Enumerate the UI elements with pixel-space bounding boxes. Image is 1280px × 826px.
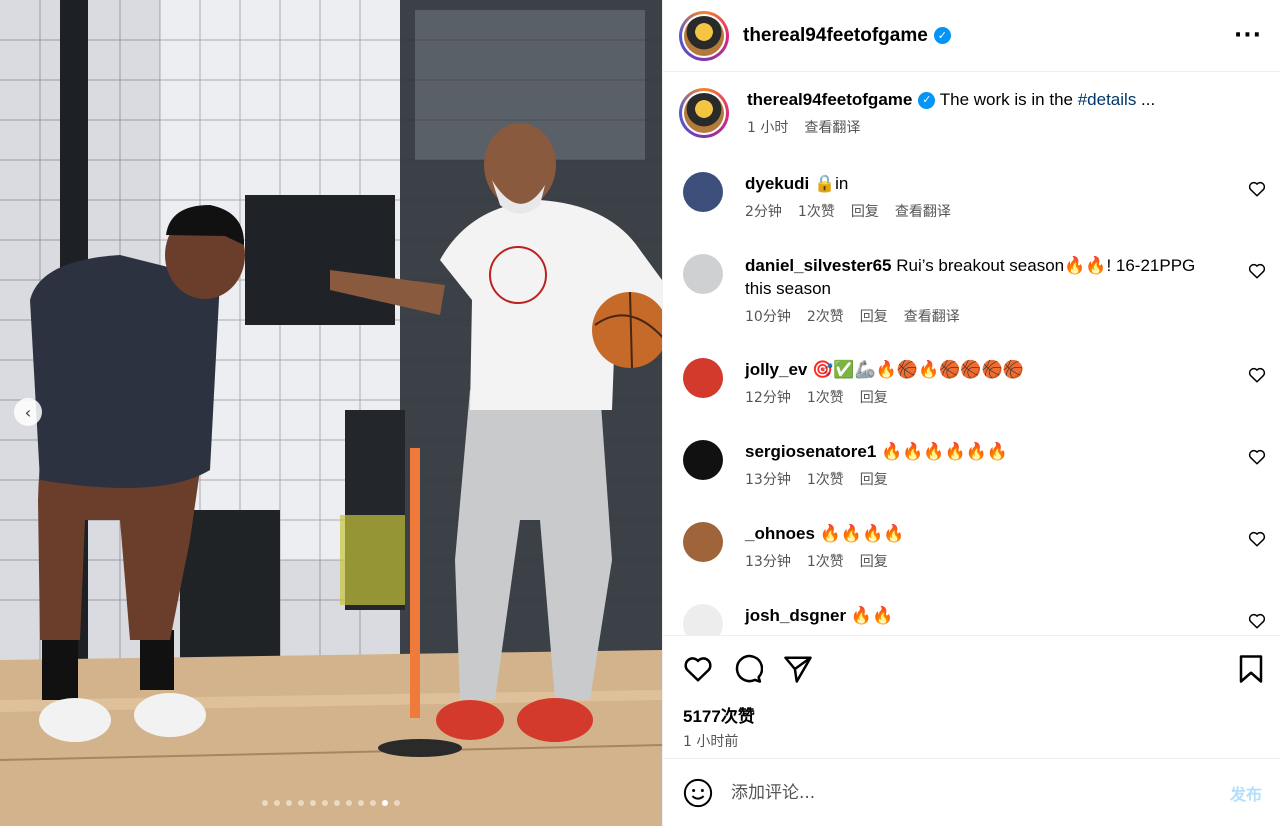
carousel-dot <box>286 800 292 806</box>
verified-badge-icon: ✓ <box>918 92 936 109</box>
commenter-avatar[interactable] <box>683 358 723 398</box>
comment-text: 🔥🔥 <box>850 606 894 625</box>
commenter-username[interactable]: sergiosenatore1 <box>745 442 876 461</box>
carousel-dot <box>370 800 376 806</box>
comment-time: 13分钟 <box>745 472 791 488</box>
caption-hashtag[interactable]: #details <box>1078 90 1137 109</box>
comments-list[interactable]: thereal94feetofgame ✓ The work is in the … <box>663 72 1280 635</box>
caption-username[interactable]: thereal94feetofgame <box>747 90 912 109</box>
commenter-avatar[interactable] <box>683 254 723 294</box>
commenter-avatar[interactable] <box>683 440 723 480</box>
comment-time: 2分钟 <box>745 204 782 220</box>
post-photo[interactable]: ‹ <box>0 0 662 826</box>
comment-like-heart-icon[interactable] <box>1248 262 1266 280</box>
carousel-dot <box>334 800 340 806</box>
carousel-indicator <box>0 800 662 806</box>
comment-likes[interactable]: 1次赞 <box>807 551 844 571</box>
like-heart-icon[interactable] <box>683 655 713 683</box>
comment-text: 🔥🔥🔥🔥 <box>819 524 905 543</box>
comment-time: 12分钟 <box>745 390 791 406</box>
comment-input[interactable] <box>731 782 1230 803</box>
carousel-dot <box>394 800 400 806</box>
caption-translate-link[interactable]: 查看翻译 <box>804 117 860 137</box>
comment-reply-link[interactable]: 回复 <box>860 306 888 326</box>
post-side-panel: thereal94feetofgame ✓ ··· thereal94feeto… <box>662 0 1280 826</box>
comment-reply-link[interactable]: 回复 <box>851 201 879 221</box>
comment-time: 13分钟 <box>745 554 791 570</box>
carousel-dot <box>358 800 364 806</box>
caption-more[interactable]: ... <box>1136 90 1155 109</box>
comment-translate-link[interactable]: 查看翻译 <box>904 306 960 326</box>
comment-reply-link[interactable]: 回复 <box>860 551 888 571</box>
comment-likes[interactable]: 1次赞 <box>798 201 835 221</box>
commenter-username[interactable]: josh_dsgner <box>745 606 846 625</box>
comment-likes[interactable]: 2次赞 <box>807 306 844 326</box>
author-username[interactable]: thereal94feetofgame <box>743 25 928 47</box>
instagram-post-view: ‹ thereal94feetofgame ✓ ··· thereal94fee… <box>0 0 1280 826</box>
carousel-dot <box>274 800 280 806</box>
verified-badge-icon: ✓ <box>933 27 951 44</box>
carousel-dot <box>310 800 316 806</box>
comment-reply-link[interactable]: 回复 <box>860 469 888 489</box>
comment-item: sergiosenatore1 🔥🔥🔥🔥🔥🔥 13分钟 1次赞 回复 <box>663 440 1280 522</box>
commenter-username[interactable]: daniel_silvester65 <box>745 256 891 275</box>
comment-like-heart-icon[interactable] <box>1248 448 1266 466</box>
carousel-dot <box>298 800 304 806</box>
more-options-icon[interactable]: ··· <box>1234 23 1262 48</box>
post-caption: thereal94feetofgame ✓ The work is in the … <box>663 72 1280 158</box>
commenter-avatar[interactable] <box>683 522 723 562</box>
caption-time: 1 小时 <box>747 120 789 136</box>
photo-illustration <box>0 0 662 826</box>
post-header: thereal94feetofgame ✓ ··· <box>663 0 1280 72</box>
commenter-avatar[interactable] <box>683 172 723 212</box>
carousel-prev-button[interactable]: ‹ <box>14 398 42 426</box>
comment-text: 🎯✅🦾🔥🏀🔥🏀🏀🏀🏀 <box>812 360 1024 379</box>
comment-like-heart-icon[interactable] <box>1248 366 1266 384</box>
comment-translate-link[interactable]: 查看翻译 <box>895 201 951 221</box>
caption-avatar[interactable] <box>679 88 729 138</box>
carousel-dot <box>346 800 352 806</box>
carousel-dot <box>262 800 268 806</box>
comment-like-heart-icon[interactable] <box>1248 612 1266 630</box>
comment-like-heart-icon[interactable] <box>1248 180 1266 198</box>
emoji-icon[interactable] <box>683 778 713 808</box>
commenter-avatar[interactable] <box>683 604 723 635</box>
comment-item: _ohnoes 🔥🔥🔥🔥 13分钟 1次赞 回复 <box>663 522 1280 604</box>
carousel-dot <box>382 800 388 806</box>
comment-like-heart-icon[interactable] <box>1248 530 1266 548</box>
comment-reply-link[interactable]: 回复 <box>860 387 888 407</box>
commenter-username[interactable]: dyekudi <box>745 174 809 193</box>
commenter-username[interactable]: _ohnoes <box>745 524 815 543</box>
commenter-username[interactable]: jolly_ev <box>745 360 807 379</box>
comment-item: daniel_silvester65 Rui’s breakout season… <box>663 254 1280 358</box>
add-comment-bar: 发布 <box>663 758 1280 826</box>
comment-likes[interactable]: 1次赞 <box>807 469 844 489</box>
post-age: 1 小时前 <box>683 734 739 750</box>
caption-text: The work is in the <box>939 90 1078 109</box>
comment-text: 🔒in <box>813 174 849 193</box>
author-avatar[interactable] <box>679 10 729 61</box>
comment-time: 10分钟 <box>745 309 791 325</box>
comment-item: josh_dsgner 🔥🔥 <box>663 604 1280 635</box>
comment-text: 🔥🔥🔥🔥🔥🔥 <box>881 442 1009 461</box>
likes-count[interactable]: 5177次赞 <box>663 702 1280 727</box>
carousel-dot <box>322 800 328 806</box>
comment-likes[interactable]: 1次赞 <box>807 387 844 407</box>
post-actions: 5177次赞 1 小时前 <box>663 635 1280 757</box>
post-comment-button[interactable]: 发布 <box>1230 781 1262 805</box>
share-send-icon[interactable] <box>783 655 813 683</box>
comment-item: jolly_ev 🎯✅🦾🔥🏀🔥🏀🏀🏀🏀 12分钟 1次赞 回复 <box>663 358 1280 440</box>
comment-item: dyekudi 🔒in 2分钟 1次赞 回复 查看翻译 <box>663 172 1280 254</box>
save-bookmark-icon[interactable] <box>1238 654 1264 684</box>
comment-bubble-icon[interactable] <box>733 654 763 684</box>
